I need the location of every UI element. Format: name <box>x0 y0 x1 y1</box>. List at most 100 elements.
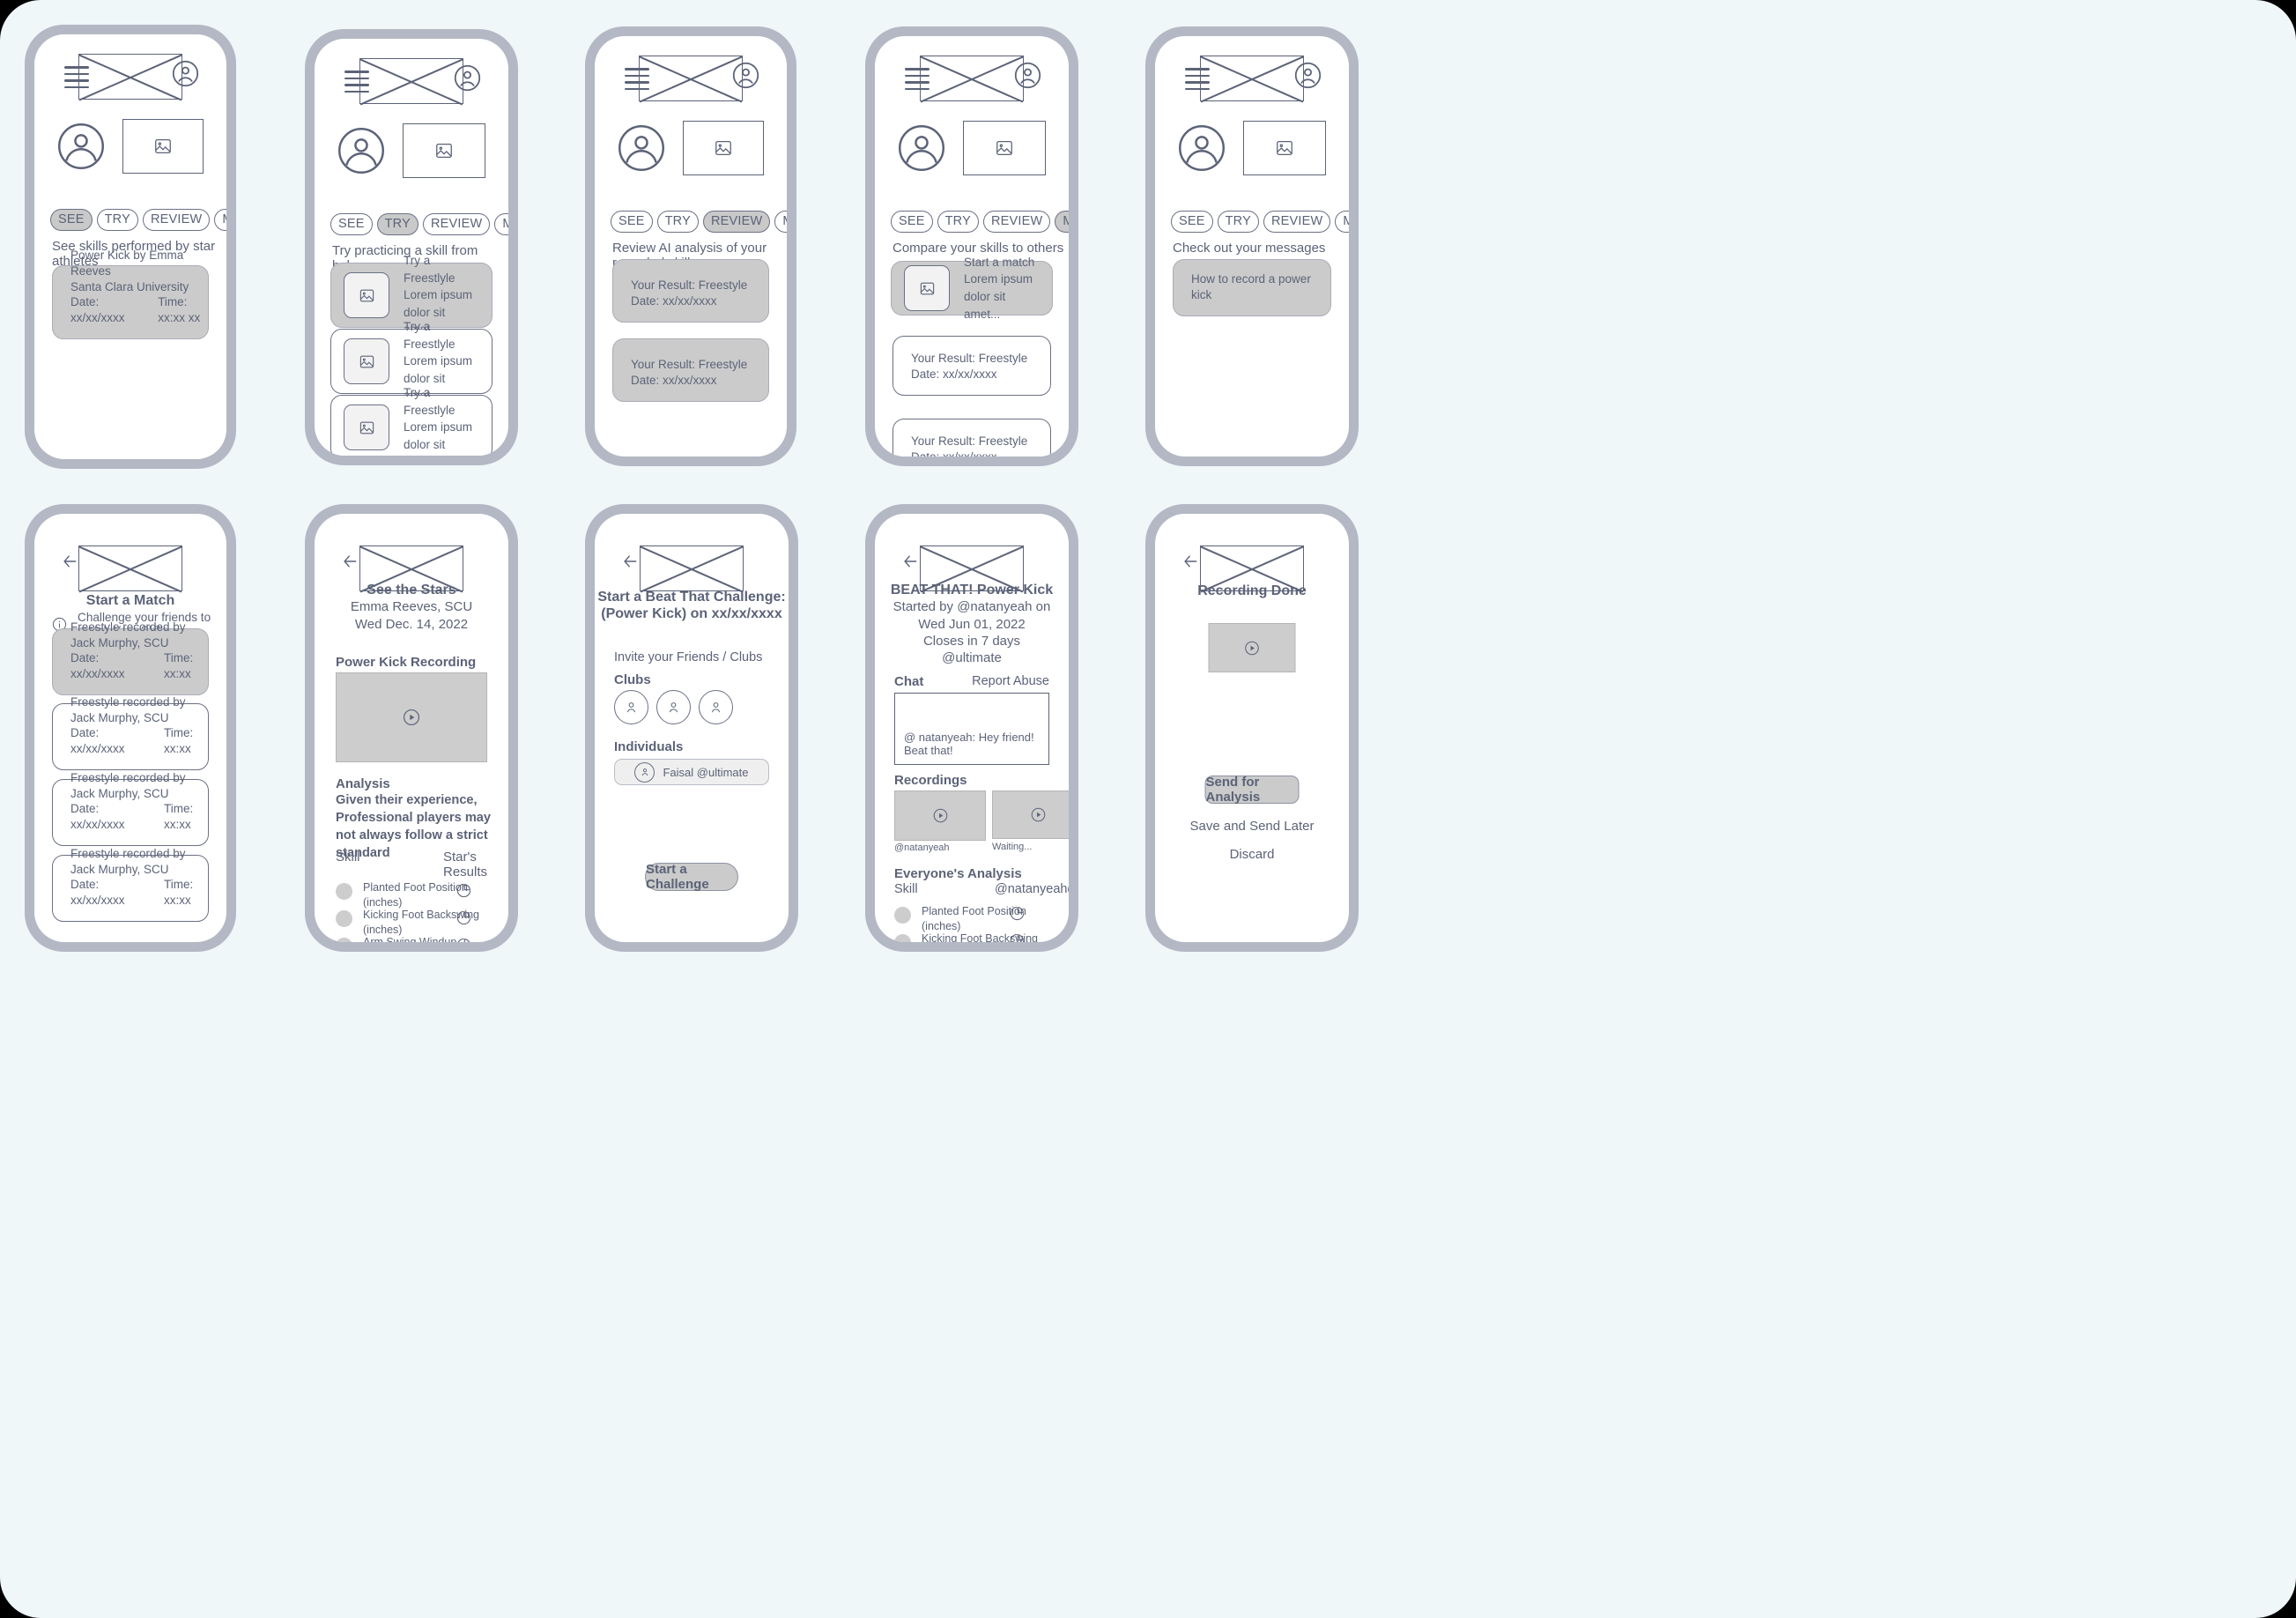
tab-review[interactable]: REVIEW <box>422 213 491 235</box>
save-and-send-later-link[interactable]: Save and Send Later <box>1155 819 1349 834</box>
account-circle-icon[interactable] <box>453 63 482 93</box>
tab-see[interactable]: SEE <box>50 209 93 231</box>
result-card[interactable]: Your Result: Freestyle Date: xx/xx/xxxx <box>612 338 769 402</box>
club-avatar[interactable] <box>656 690 691 724</box>
profile-row <box>34 119 226 188</box>
status-dot <box>336 938 352 942</box>
phone-screen-beat-that: BEAT THAT! Power Kick Started by @natany… <box>865 504 1078 952</box>
tab-review[interactable]: REVIEW <box>702 211 771 233</box>
discard-link[interactable]: Discard <box>1155 847 1349 862</box>
account-circle-icon[interactable] <box>731 61 760 90</box>
page-title: See the Stars <box>367 583 456 597</box>
tab-match[interactable]: MATCH <box>774 211 787 233</box>
club-avatar[interactable] <box>614 690 648 724</box>
page-title: BEAT THAT! Power Kick <box>890 583 1054 597</box>
logo-placeholder-icon <box>78 54 182 100</box>
logo-placeholder-icon <box>640 546 744 591</box>
recording-item[interactable]: Freestyle recorded by Jack Murphy, SCU D… <box>52 847 209 922</box>
phone-screen-see: SEE TRY REVIEW MATCH MESSAGES See skills… <box>25 25 236 469</box>
start-match-desc: Lorem ipsum dolor sit amet... <box>964 272 1033 321</box>
recording-time: Time: xx:xx <box>163 878 194 908</box>
logo-placeholder-icon <box>78 546 182 591</box>
app-header <box>595 36 787 121</box>
tab-try[interactable]: TRY <box>937 211 979 233</box>
list-item[interactable]: Try a Freestlyle Lorem ipsum dolor sit a… <box>330 386 493 456</box>
start-challenge-button[interactable]: Start a Challenge <box>645 862 738 892</box>
avatar-icon[interactable] <box>337 127 385 174</box>
tab-review[interactable]: REVIEW <box>142 209 211 231</box>
tab-try[interactable]: TRY <box>1217 211 1259 233</box>
phone-screen-try: SEE TRY REVIEW MATCH MESSAGES Try practi… <box>305 29 518 465</box>
page-title-line2: (Power Kick) on xx/xx/xxxx <box>601 606 782 621</box>
tab-match[interactable]: MATCH <box>494 213 508 235</box>
tab-match[interactable]: MATCH <box>214 209 226 231</box>
everyones-analysis-heading: Everyone's Analysis <box>894 866 1022 881</box>
result-card[interactable]: Your Result: Freestyle Date: xx/xx/xxxx <box>612 259 769 323</box>
skill-name: Planted Foot Position <box>363 881 468 894</box>
avatar-icon[interactable] <box>618 124 665 172</box>
table-header-natanyeah: @natanyeah <box>995 882 1068 896</box>
result-card[interactable]: Your Result: Freestyle Date: xx/xx/xxxx <box>892 419 1051 456</box>
recording-caption: @natanyeah <box>894 842 950 853</box>
video-player[interactable] <box>336 672 487 762</box>
result-card[interactable]: Your Result: Freestyle Date: xx/xx/xxxx <box>892 336 1051 396</box>
recording-item[interactable]: Freestyle recorded by Jack Murphy, SCU D… <box>52 695 209 770</box>
recording-thumbnail[interactable] <box>992 790 1069 839</box>
profile-row <box>595 121 787 189</box>
status-dot <box>336 883 352 900</box>
recording-time: Time: xx:xx <box>163 802 194 832</box>
back-arrow-icon[interactable] <box>898 553 922 570</box>
tab-match[interactable]: MATCH <box>1055 211 1069 233</box>
avatar-icon[interactable] <box>1178 124 1226 172</box>
list-item-title: Try a Freestlyle <box>404 254 455 285</box>
club-avatar[interactable] <box>699 690 733 724</box>
tab-see[interactable]: SEE <box>611 211 653 233</box>
tab-review[interactable]: REVIEW <box>1263 211 1331 233</box>
send-for-analysis-button[interactable]: Send for Analysis <box>1204 775 1300 805</box>
recording-title: Freestyle recorded by Jack Murphy, SCU <box>70 620 186 649</box>
tab-try[interactable]: TRY <box>96 209 138 231</box>
start-match-item[interactable]: Start a match Lorem ipsum dolor sit amet… <box>891 256 1053 321</box>
recording-thumbnail[interactable] <box>894 790 986 841</box>
image-placeholder-icon <box>904 265 950 311</box>
tab-review[interactable]: REVIEW <box>982 211 1051 233</box>
table-header-stars-results: Star's Results <box>443 850 488 880</box>
tab-try[interactable]: TRY <box>376 213 418 235</box>
back-arrow-icon[interactable] <box>337 553 362 570</box>
account-circle-icon[interactable] <box>1293 61 1322 90</box>
report-abuse-link[interactable]: Report Abuse <box>972 674 1049 688</box>
video-preview[interactable] <box>1208 623 1296 672</box>
recording-title: Freestyle recorded by Jack Murphy, SCU <box>70 846 186 876</box>
tab-see[interactable]: SEE <box>1171 211 1213 233</box>
tab-see[interactable]: SEE <box>330 213 373 235</box>
result-card-line2: Date: xx/xx/xxxx <box>911 449 1027 456</box>
avatar-icon[interactable] <box>898 124 945 172</box>
recording-item[interactable]: Freestyle recorded by Jack Murphy, SCU D… <box>52 771 209 846</box>
recording-item[interactable]: Freestyle recorded by Jack Murphy, SCU D… <box>52 620 209 695</box>
result-card-line1: Your Result: Freestyle <box>631 278 748 293</box>
back-arrow-icon[interactable] <box>1178 553 1203 570</box>
account-circle-icon[interactable] <box>1013 61 1042 90</box>
chat-heading: Chat <box>894 674 924 689</box>
account-circle-icon[interactable] <box>171 59 200 88</box>
skill-card-date: Date: xx/xx/xxxx <box>70 295 125 325</box>
result-card-line1: Your Result: Freestyle <box>911 434 1028 449</box>
back-arrow-icon[interactable] <box>618 553 642 570</box>
skill-card[interactable]: Power Kick by Emma Reeves Santa Clara Un… <box>52 249 209 339</box>
tab-bar: SEE TRY REVIEW MATCH MESSAGES <box>611 211 787 233</box>
chat-panel[interactable]: @ natanyeah: Hey friend! Beat that! <box>894 693 1049 765</box>
individual-chip[interactable]: Faisal @ultimate <box>614 759 769 785</box>
tab-see[interactable]: SEE <box>891 211 933 233</box>
tab-match[interactable]: MATCH <box>1335 211 1349 233</box>
image-placeholder-icon <box>344 272 389 318</box>
tab-try[interactable]: TRY <box>656 211 699 233</box>
skill-card-line2: Santa Clara University <box>70 279 189 293</box>
phone-screen-start-challenge: Start a Beat That Challenge: (Power Kick… <box>585 504 798 952</box>
result-card-line2: Date: xx/xx/xxxx <box>631 374 717 388</box>
page-title: Start a Match <box>85 593 175 608</box>
avatar-icon[interactable] <box>57 122 105 170</box>
invite-label: Invite your Friends / Clubs <box>614 650 763 664</box>
phone-screen-start-match: Start a Match Challenge your friends to … <box>25 504 236 952</box>
message-card[interactable]: How to record a power kick <box>1173 259 1331 316</box>
recording-date: Date: xx/xx/xxxx <box>70 651 125 681</box>
